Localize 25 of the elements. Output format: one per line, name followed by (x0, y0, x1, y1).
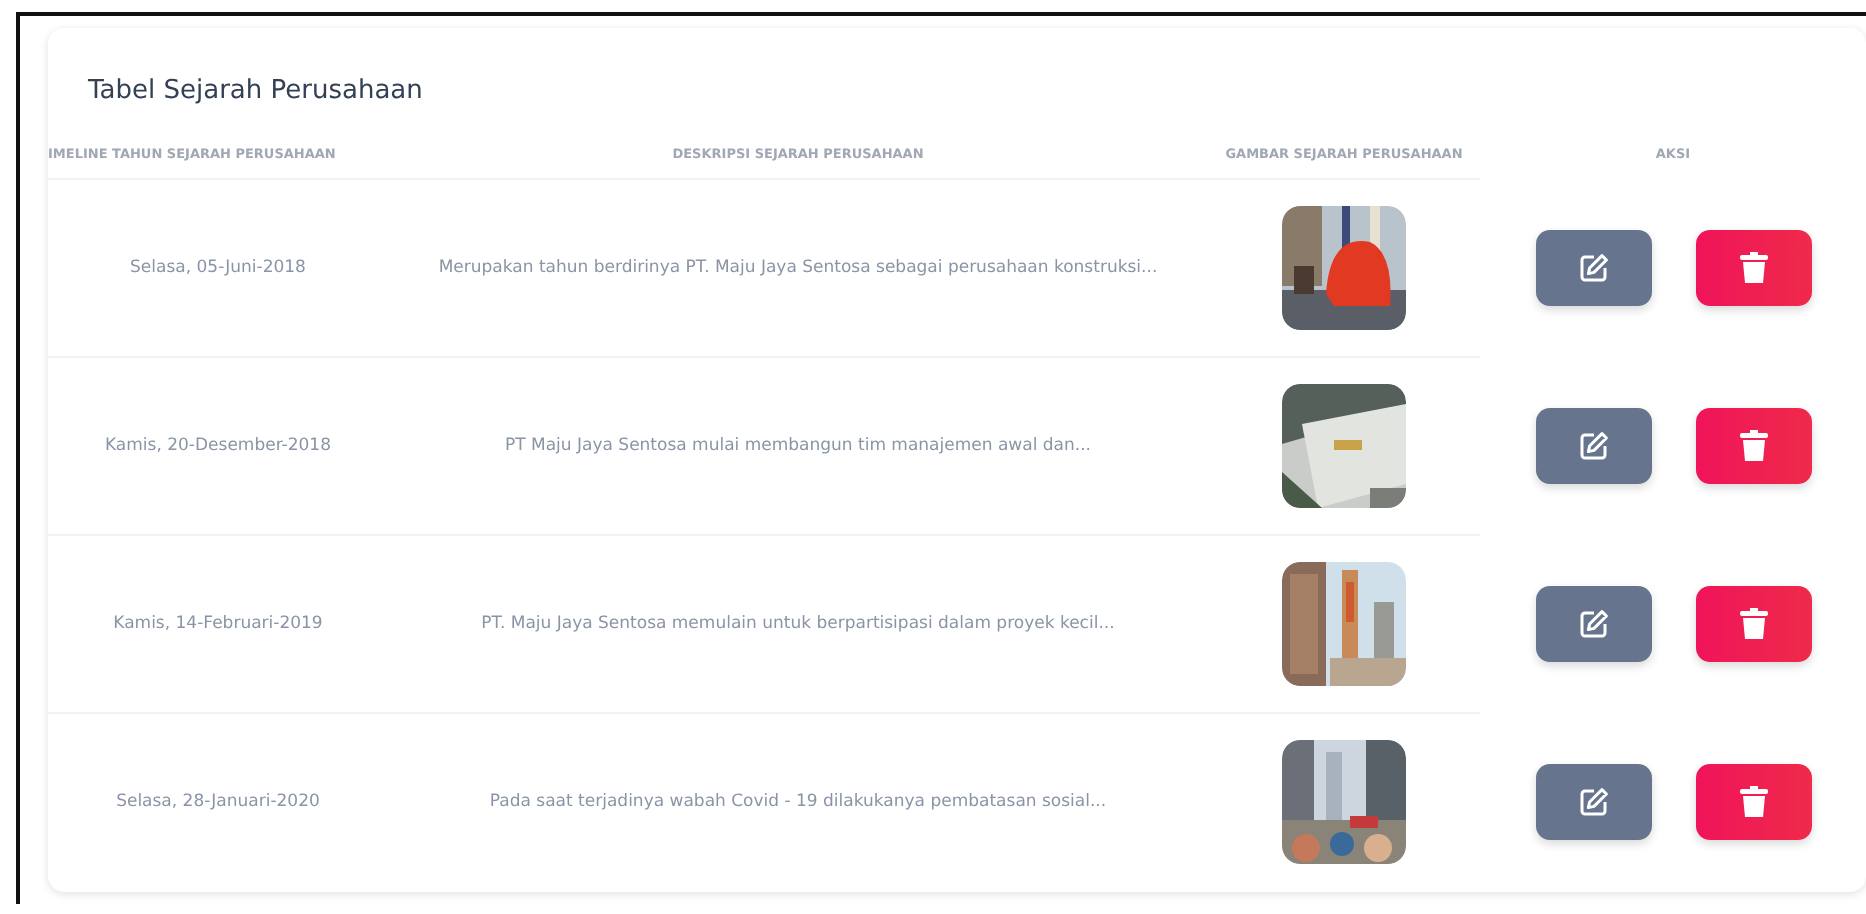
date-text: Kamis, 14-Februari-2019 (113, 614, 323, 634)
edit-button[interactable] (1535, 763, 1651, 840)
delete-button[interactable] (1695, 763, 1811, 840)
trash-icon (1739, 430, 1767, 462)
delete-button[interactable] (1695, 586, 1811, 662)
edit-button[interactable] (1535, 586, 1651, 662)
table-title: Tabel Sejarah Perusahaan (88, 76, 423, 106)
edit-button[interactable] (1535, 230, 1651, 306)
description-text: PT Maju Jaya Sentosa mulai membangun tim manajemen awal dan... (505, 436, 1091, 456)
description-text: Merupakan tahun berdirinya PT. Maju Jaya Sentosa sebagai perusahaan konstruksi... (438, 258, 1158, 278)
trash-icon (1739, 785, 1767, 818)
trash-icon (1739, 608, 1767, 640)
delete-button[interactable] (1695, 230, 1811, 306)
trash-icon (1739, 252, 1767, 284)
edit-icon (1577, 608, 1609, 640)
edit-icon (1577, 252, 1609, 284)
delete-button[interactable] (1695, 408, 1811, 484)
description-text: PT. Maju Jaya Sentosa memulain untuk berpartisipasi dalam proyek kecil... (481, 614, 1115, 634)
date-text: Selasa, 05-Juni-2018 (130, 258, 306, 278)
description-text: Pada saat terjadinya wabah Covid - 19 dilakukanya pembatasan sosial... (489, 792, 1107, 812)
date-text: Kamis, 20-Desember-2018 (105, 436, 331, 456)
edit-icon (1577, 785, 1609, 818)
edit-button[interactable] (1535, 408, 1651, 484)
edit-icon (1577, 430, 1609, 462)
date-text: Selasa, 28-Januari-2020 (116, 792, 320, 812)
